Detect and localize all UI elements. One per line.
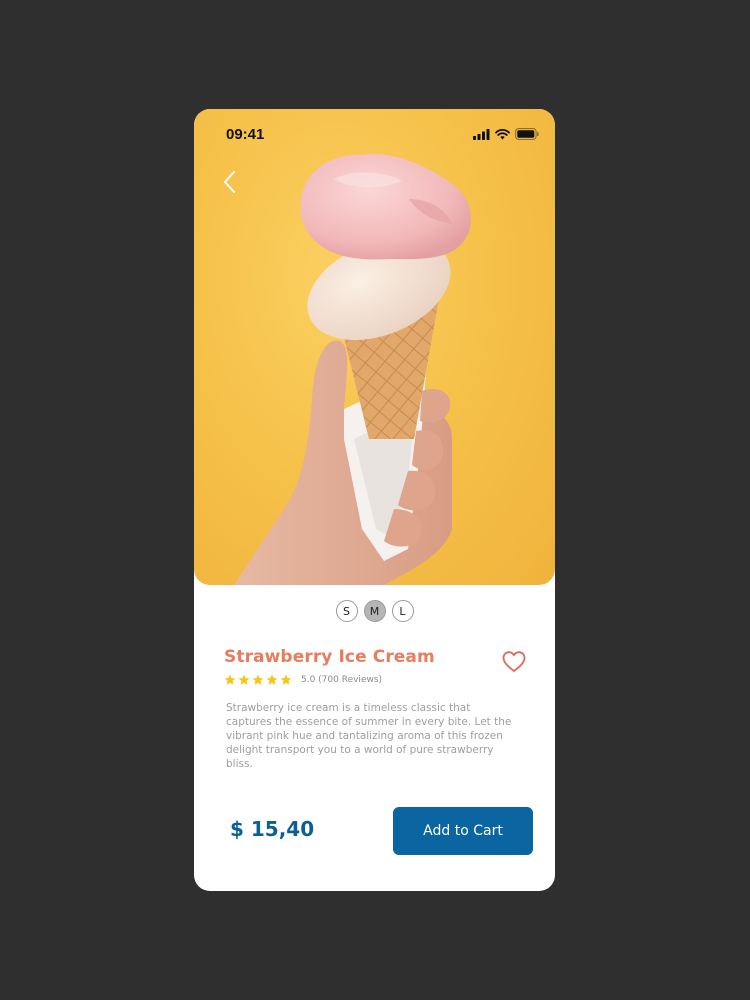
rating: 5.0 (700 Reviews): [224, 674, 382, 686]
product-detail-screen: 09:41 S M L Strawberry Ice Cream 5.0 (70…: [194, 109, 555, 891]
status-bar: 09:41: [194, 109, 555, 159]
rating-text: 5.0 (700 Reviews): [301, 675, 383, 685]
star-icon: [280, 674, 292, 685]
favorite-button[interactable]: [501, 649, 527, 675]
ice-cream-cone-illustration: [234, 153, 471, 585]
add-to-cart-button[interactable]: Add to Cart: [393, 807, 533, 855]
star-icon: [238, 674, 250, 685]
heart-outline-icon: [502, 651, 526, 672]
chevron-left-icon: [224, 171, 235, 193]
star-icon: [252, 674, 264, 685]
back-button[interactable]: [218, 167, 244, 197]
status-icons: [473, 128, 539, 140]
size-option-l[interactable]: L: [391, 600, 414, 622]
star-icon: [266, 674, 278, 685]
wifi-icon: [495, 128, 510, 139]
star-icon: [224, 674, 236, 685]
signal-icon: [473, 128, 490, 140]
size-selector: S M L: [194, 600, 555, 622]
product-image: 09:41: [194, 109, 555, 585]
battery-icon: [515, 128, 539, 140]
rating-stars: [224, 674, 292, 686]
product-price: $ 15,40: [230, 817, 315, 841]
size-option-m[interactable]: M: [363, 600, 386, 622]
size-option-s[interactable]: S: [335, 600, 358, 622]
status-time: 09:41: [226, 126, 265, 143]
product-description: Strawberry ice cream is a timeless class…: [226, 702, 512, 770]
product-title: Strawberry Ice Cream: [224, 647, 435, 667]
